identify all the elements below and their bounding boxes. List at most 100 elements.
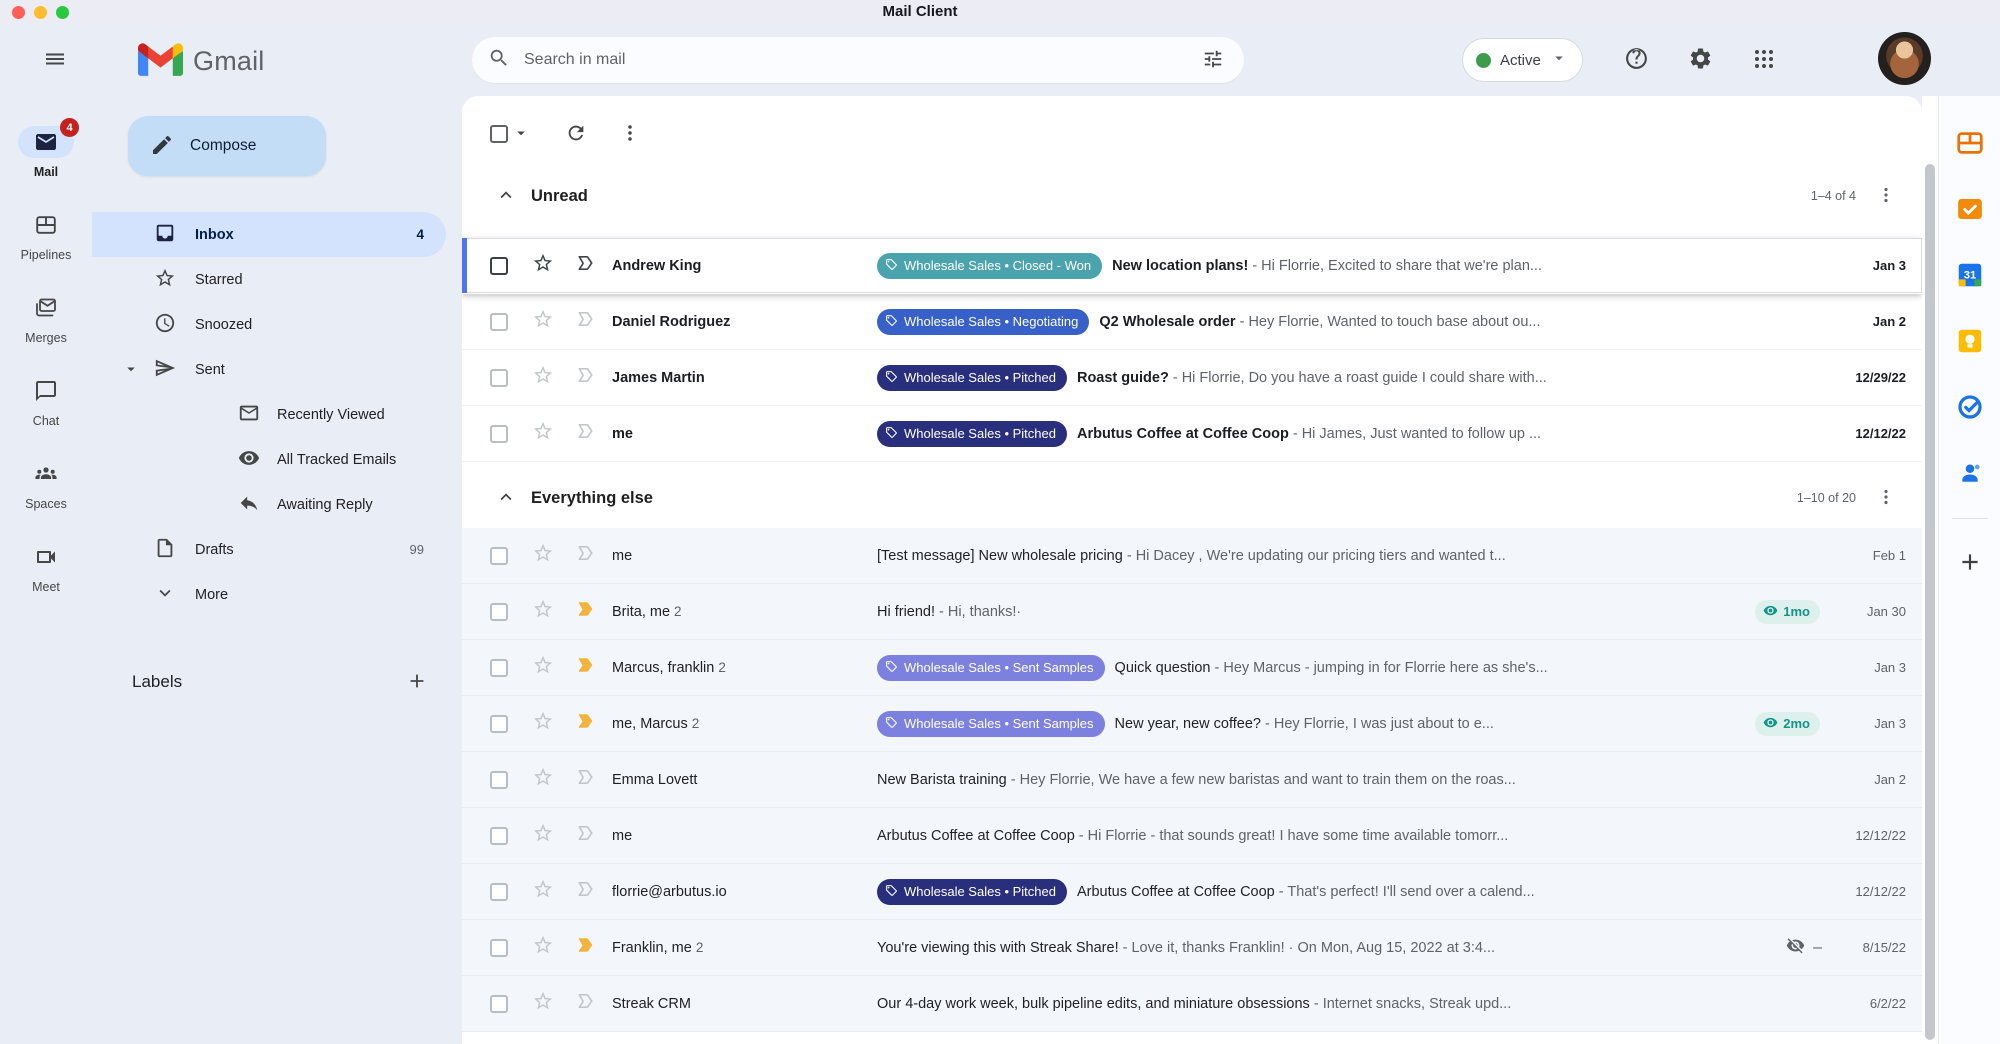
email-checkbox[interactable] bbox=[490, 883, 508, 901]
sidebar-item-starred[interactable]: Starred bbox=[92, 257, 446, 302]
importance-marker-icon[interactable] bbox=[574, 654, 596, 681]
importance-marker-icon[interactable] bbox=[574, 420, 596, 447]
get-addons-button[interactable] bbox=[1948, 541, 1992, 585]
star-icon[interactable] bbox=[532, 252, 554, 279]
email-checkbox[interactable] bbox=[490, 313, 508, 331]
email-checkbox[interactable] bbox=[490, 939, 508, 957]
email-row[interactable]: Streak CRMOur 4-day work week, bulk pipe… bbox=[462, 976, 1922, 1032]
refresh-button[interactable] bbox=[556, 114, 596, 154]
more-actions-button[interactable] bbox=[610, 114, 650, 154]
email-checkbox[interactable] bbox=[490, 425, 508, 443]
importance-marker-icon[interactable] bbox=[574, 710, 596, 737]
importance-marker-icon[interactable] bbox=[574, 878, 596, 905]
help-button[interactable] bbox=[1612, 36, 1660, 84]
sidebar-item-sent[interactable]: Sent bbox=[92, 347, 446, 392]
rail-item-chat[interactable]: Chat bbox=[18, 375, 74, 428]
star-icon[interactable] bbox=[532, 878, 554, 905]
collapse-section-button[interactable] bbox=[492, 182, 520, 210]
email-row[interactable]: Franklin, me 2You're viewing this with S… bbox=[462, 920, 1922, 976]
email-checkbox[interactable] bbox=[490, 715, 508, 733]
sidebar-item-recently-viewed[interactable]: Recently Viewed bbox=[92, 392, 446, 437]
rail-item-pipelines[interactable]: Pipelines bbox=[18, 209, 74, 262]
star-icon[interactable] bbox=[532, 766, 554, 793]
importance-marker-icon[interactable] bbox=[574, 598, 596, 625]
create-label-button[interactable] bbox=[400, 665, 434, 699]
sidebar-item-inbox[interactable]: Inbox4 bbox=[92, 212, 446, 257]
email-row[interactable]: Andrew KingWholesale Sales • Closed - Wo… bbox=[462, 238, 1922, 294]
search-bar[interactable] bbox=[472, 37, 1244, 83]
star-icon[interactable] bbox=[532, 990, 554, 1017]
email-row[interactable]: me, Marcus 2Wholesale Sales • Sent Sampl… bbox=[462, 696, 1922, 752]
streak-pipelines-icon[interactable] bbox=[1947, 120, 1993, 166]
email-row[interactable]: Daniel RodriguezWholesale Sales • Negoti… bbox=[462, 294, 1922, 350]
email-row[interactable]: meWholesale Sales • PitchedArbutus Coffe… bbox=[462, 406, 1922, 462]
pipeline-stage-chip[interactable]: Wholesale Sales • Pitched bbox=[877, 421, 1067, 447]
sidebar-item-awaiting-reply[interactable]: Awaiting Reply bbox=[92, 482, 446, 527]
email-row[interactable]: Emma LovettNew Barista training - Hey Fl… bbox=[462, 752, 1922, 808]
select-dropdown-button[interactable] bbox=[508, 114, 534, 154]
email-checkbox[interactable] bbox=[490, 995, 508, 1013]
google-keep-icon[interactable] bbox=[1947, 318, 1993, 364]
streak-mail-merge-icon[interactable] bbox=[1947, 186, 1993, 232]
pipeline-stage-chip[interactable]: Wholesale Sales • Sent Samples bbox=[877, 655, 1105, 681]
email-checkbox[interactable] bbox=[490, 827, 508, 845]
sidebar-item-snoozed[interactable]: Snoozed bbox=[92, 302, 446, 347]
expand-twisty-icon[interactable] bbox=[122, 360, 140, 378]
google-calendar-icon[interactable]: 31 bbox=[1947, 252, 1993, 298]
google-contacts-icon[interactable] bbox=[1947, 450, 1993, 496]
settings-button[interactable] bbox=[1676, 36, 1724, 84]
importance-marker-icon[interactable] bbox=[574, 822, 596, 849]
importance-marker-icon[interactable] bbox=[574, 990, 596, 1017]
section-more-button[interactable] bbox=[1868, 178, 1904, 214]
importance-marker-icon[interactable] bbox=[574, 364, 596, 391]
email-row[interactable]: Brita, me 2Hi friend! - Hi, thanks!·1moJ… bbox=[462, 584, 1922, 640]
sidebar-item-all-tracked-emails[interactable]: All Tracked Emails bbox=[92, 437, 446, 482]
pipeline-stage-chip[interactable]: Wholesale Sales • Pitched bbox=[877, 365, 1067, 391]
main-menu-button[interactable] bbox=[32, 37, 78, 83]
search-options-button[interactable] bbox=[1196, 43, 1230, 77]
star-icon[interactable] bbox=[532, 420, 554, 447]
importance-marker-icon[interactable] bbox=[574, 766, 596, 793]
pipeline-stage-chip[interactable]: Wholesale Sales • Negotiating bbox=[877, 309, 1089, 335]
importance-marker-icon[interactable] bbox=[574, 934, 596, 961]
email-checkbox[interactable] bbox=[490, 603, 508, 621]
email-checkbox[interactable] bbox=[490, 659, 508, 677]
rail-item-mail[interactable]: 4Mail bbox=[18, 126, 74, 179]
star-icon[interactable] bbox=[532, 308, 554, 335]
google-apps-button[interactable] bbox=[1740, 36, 1788, 84]
pipeline-stage-chip[interactable]: Wholesale Sales • Sent Samples bbox=[877, 711, 1105, 737]
sidebar-item-drafts[interactable]: Drafts99 bbox=[92, 527, 446, 572]
email-row[interactable]: florrie@arbutus.ioWholesale Sales • Pitc… bbox=[462, 864, 1922, 920]
collapse-section-button[interactable] bbox=[492, 484, 520, 512]
email-checkbox[interactable] bbox=[490, 771, 508, 789]
star-icon[interactable] bbox=[532, 598, 554, 625]
email-checkbox[interactable] bbox=[490, 257, 508, 275]
email-row[interactable]: Marcus, franklin 2Wholesale Sales • Sent… bbox=[462, 640, 1922, 696]
star-icon[interactable] bbox=[532, 822, 554, 849]
email-row[interactable]: me[Test message] New wholesale pricing -… bbox=[462, 528, 1922, 584]
pipeline-stage-chip[interactable]: Wholesale Sales • Pitched bbox=[877, 879, 1067, 905]
rail-item-merges[interactable]: Merges bbox=[18, 292, 74, 345]
email-checkbox[interactable] bbox=[490, 547, 508, 565]
star-icon[interactable] bbox=[532, 934, 554, 961]
user-avatar[interactable] bbox=[1878, 32, 1931, 85]
importance-marker-icon[interactable] bbox=[574, 308, 596, 335]
rail-item-spaces[interactable]: Spaces bbox=[18, 458, 74, 511]
star-icon[interactable] bbox=[532, 654, 554, 681]
star-icon[interactable] bbox=[532, 364, 554, 391]
select-all-checkbox[interactable] bbox=[490, 125, 508, 143]
star-icon[interactable] bbox=[532, 710, 554, 737]
google-tasks-icon[interactable] bbox=[1947, 384, 1993, 430]
sidebar-item-more[interactable]: More bbox=[92, 572, 446, 617]
email-row[interactable]: meArbutus Coffee at Coffee Coop - Hi Flo… bbox=[462, 808, 1922, 864]
status-dropdown[interactable]: Active bbox=[1462, 38, 1583, 82]
importance-marker-icon[interactable] bbox=[574, 542, 596, 569]
search-input[interactable] bbox=[524, 51, 1196, 69]
pipeline-stage-chip[interactable]: Wholesale Sales • Closed - Won bbox=[877, 253, 1102, 279]
section-more-button[interactable] bbox=[1868, 480, 1904, 516]
importance-marker-icon[interactable] bbox=[574, 252, 596, 279]
list-scrollbar[interactable] bbox=[1925, 164, 1935, 1040]
email-checkbox[interactable] bbox=[490, 369, 508, 387]
compose-button[interactable]: Compose bbox=[128, 116, 326, 176]
email-row[interactable]: James MartinWholesale Sales • PitchedRoa… bbox=[462, 350, 1922, 406]
